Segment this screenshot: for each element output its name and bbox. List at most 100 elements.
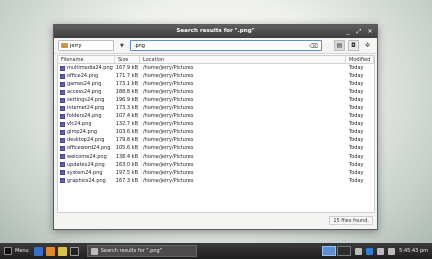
camera-icon[interactable]: ◘ — [348, 40, 359, 51]
status-count: 15 files found. — [329, 216, 373, 225]
filename-cell: multimedia24.png — [58, 64, 115, 72]
table-row[interactable]: system24.png 197.5 kB/home/jerry/Pictures… — [58, 169, 374, 177]
filename-text: settings24.png — [67, 97, 105, 104]
search-toolbar: jerry ▼ .png ⌫ ▤ ◘ ✲ — [54, 38, 377, 54]
location-cell: /home/jerry/Pictures — [143, 73, 194, 80]
size-cell: 105.6 kB — [115, 145, 138, 152]
location-cell: /home/jerry/Pictures — [143, 177, 194, 184]
volume-icon[interactable] — [388, 247, 396, 255]
location-cell: /home/jerry/Pictures — [143, 89, 194, 96]
filename-cell: graphics24.png — [58, 177, 115, 185]
keyboard-icon[interactable] — [355, 247, 363, 255]
table-row[interactable]: games24.png 173.1 kB/home/jerry/Pictures T… — [58, 80, 374, 88]
table-row[interactable]: folders24.png 107.4 kB/home/jerry/Picture… — [58, 112, 374, 120]
image-file-icon — [60, 154, 65, 160]
taskbar-window-label: Search results for ".png" — [100, 248, 163, 254]
column-filename[interactable]: Filename — [58, 56, 115, 63]
size-cell: 173.1 kB — [115, 81, 138, 88]
table-row[interactable]: office24.png 171.7 kB/home/jerry/Pictures… — [58, 72, 374, 80]
taskbar: Menu Search results for ".png" 5:45:43 p… — [0, 243, 432, 259]
clear-icon[interactable]: ⌫ — [309, 43, 317, 50]
title-bar[interactable]: Search results for ".png" _ ⤢ ✕ — [54, 25, 377, 38]
maximize-button[interactable]: ⤢ — [356, 25, 362, 38]
modified-cell: Today — [349, 161, 364, 168]
search-window: Search results for ".png" _ ⤢ ✕ jerry ▼ … — [53, 24, 378, 230]
workspace-2[interactable] — [337, 246, 352, 256]
clock[interactable]: 5:45:43 pm — [399, 248, 428, 254]
gear-icon[interactable]: ✲ — [362, 40, 373, 51]
column-size[interactable]: Size — [115, 56, 140, 63]
terminal-launcher-icon[interactable] — [70, 246, 80, 256]
location-cell: /home/jerry/Pictures — [143, 121, 194, 128]
minimize-button[interactable]: _ — [345, 25, 351, 38]
network-icon[interactable] — [377, 247, 385, 255]
search-window-icon — [90, 247, 98, 255]
filename-text: multimedia24.png — [67, 65, 113, 71]
workspace-switcher[interactable] — [322, 246, 352, 256]
list-view-icon[interactable]: ▤ — [334, 40, 345, 51]
files-launcher-icon[interactable] — [58, 246, 68, 256]
location-selector[interactable]: jerry — [58, 40, 114, 51]
location-cell: /home/jerry/Pictures — [143, 129, 194, 136]
table-row[interactable]: updates24.png 163.0 kB/home/jerry/Picture… — [58, 161, 374, 169]
close-button[interactable]: ✕ — [367, 25, 373, 38]
modified-cell: Today — [349, 113, 364, 120]
desktop-launcher-icon[interactable] — [34, 246, 44, 256]
modified-cell: Today — [349, 121, 364, 128]
location-cell: /home/jerry/Pictures — [143, 97, 194, 104]
system-tray: 5:45:43 pm — [322, 246, 432, 256]
filename-text: office24.png — [67, 73, 99, 80]
location-cell: /home/jerry/Pictures — [143, 105, 194, 112]
size-cell: 171.7 kB — [115, 73, 138, 80]
column-location[interactable]: Location — [140, 56, 346, 63]
table-row[interactable]: desktop24.png 179.8 kB/home/jerry/Picture… — [58, 136, 374, 144]
size-cell: 196.9 kB — [115, 97, 138, 104]
table-row[interactable]: welcome24.png 138.4 kB/home/jerry/Picture… — [58, 153, 374, 161]
bluetooth-icon[interactable] — [366, 247, 374, 255]
table-row[interactable]: vlc24.png 132.7 kB/home/jerry/Pictures Tod… — [58, 120, 374, 128]
modified-cell: Today — [349, 97, 364, 104]
firefox-launcher-icon[interactable] — [46, 246, 56, 256]
menu-label: Menu — [15, 248, 29, 254]
image-file-icon — [60, 97, 65, 103]
filename-cell: gimp24.png — [58, 128, 115, 136]
table-row[interactable]: internet24.png 173.3 kB/home/jerry/Pictur… — [58, 104, 374, 112]
image-file-icon — [60, 170, 65, 176]
filename-cell: officeword24.png — [58, 144, 115, 152]
filename-cell: updates24.png — [58, 161, 115, 169]
size-cell: 103.6 kB — [115, 129, 138, 136]
search-query: .png — [133, 42, 145, 49]
filename-text: updates24.png — [67, 161, 105, 168]
filename-text: graphics24.png — [67, 177, 106, 184]
window-title: Search results for ".png" — [176, 28, 255, 34]
table-row[interactable]: officeword24.png 105.6 kB/home/jerry/Pict… — [58, 144, 374, 152]
table-row[interactable]: settings24.png 196.9 kB/home/jerry/Pictur… — [58, 96, 374, 104]
table-row[interactable]: multimedia24.png 167.9 kB/home/jerry/Pict… — [58, 64, 374, 72]
filename-cell: folders24.png — [58, 112, 115, 120]
filename-text: gimp24.png — [67, 129, 98, 136]
taskbar-window-button[interactable]: Search results for ".png" — [86, 245, 197, 257]
table-row[interactable]: gimp24.png 103.6 kB/home/jerry/Pictures To… — [58, 128, 374, 136]
size-cell: 197.5 kB — [115, 169, 138, 176]
filename-text: access24.png — [67, 89, 102, 96]
filename-cell: vlc24.png — [58, 120, 115, 128]
workspace-1[interactable] — [322, 246, 337, 256]
image-file-icon — [60, 162, 65, 168]
image-file-icon — [60, 105, 65, 111]
image-file-icon — [60, 129, 65, 135]
location-cell: /home/jerry/Pictures — [143, 145, 194, 152]
filename-cell: games24.png — [58, 80, 115, 88]
image-file-icon — [60, 121, 65, 127]
filename-text: officeword24.png — [67, 145, 111, 152]
size-cell: 167.3 kB — [115, 177, 138, 184]
image-file-icon — [60, 113, 65, 119]
table-row[interactable]: access24.png 188.8 kB/home/jerry/Pictures… — [58, 88, 374, 96]
image-file-icon — [60, 178, 65, 184]
modified-cell: Today — [349, 153, 364, 160]
table-row[interactable]: graphics24.png 167.3 kB/home/jerry/Pictur… — [58, 177, 374, 185]
chevron-down-icon[interactable]: ▼ — [120, 43, 124, 49]
column-modified[interactable]: Modified — [346, 56, 374, 63]
search-input[interactable]: .png ⌫ — [129, 40, 322, 51]
location-cell: /home/jerry/Pictures — [143, 153, 194, 160]
menu-button[interactable]: Menu — [0, 243, 33, 259]
